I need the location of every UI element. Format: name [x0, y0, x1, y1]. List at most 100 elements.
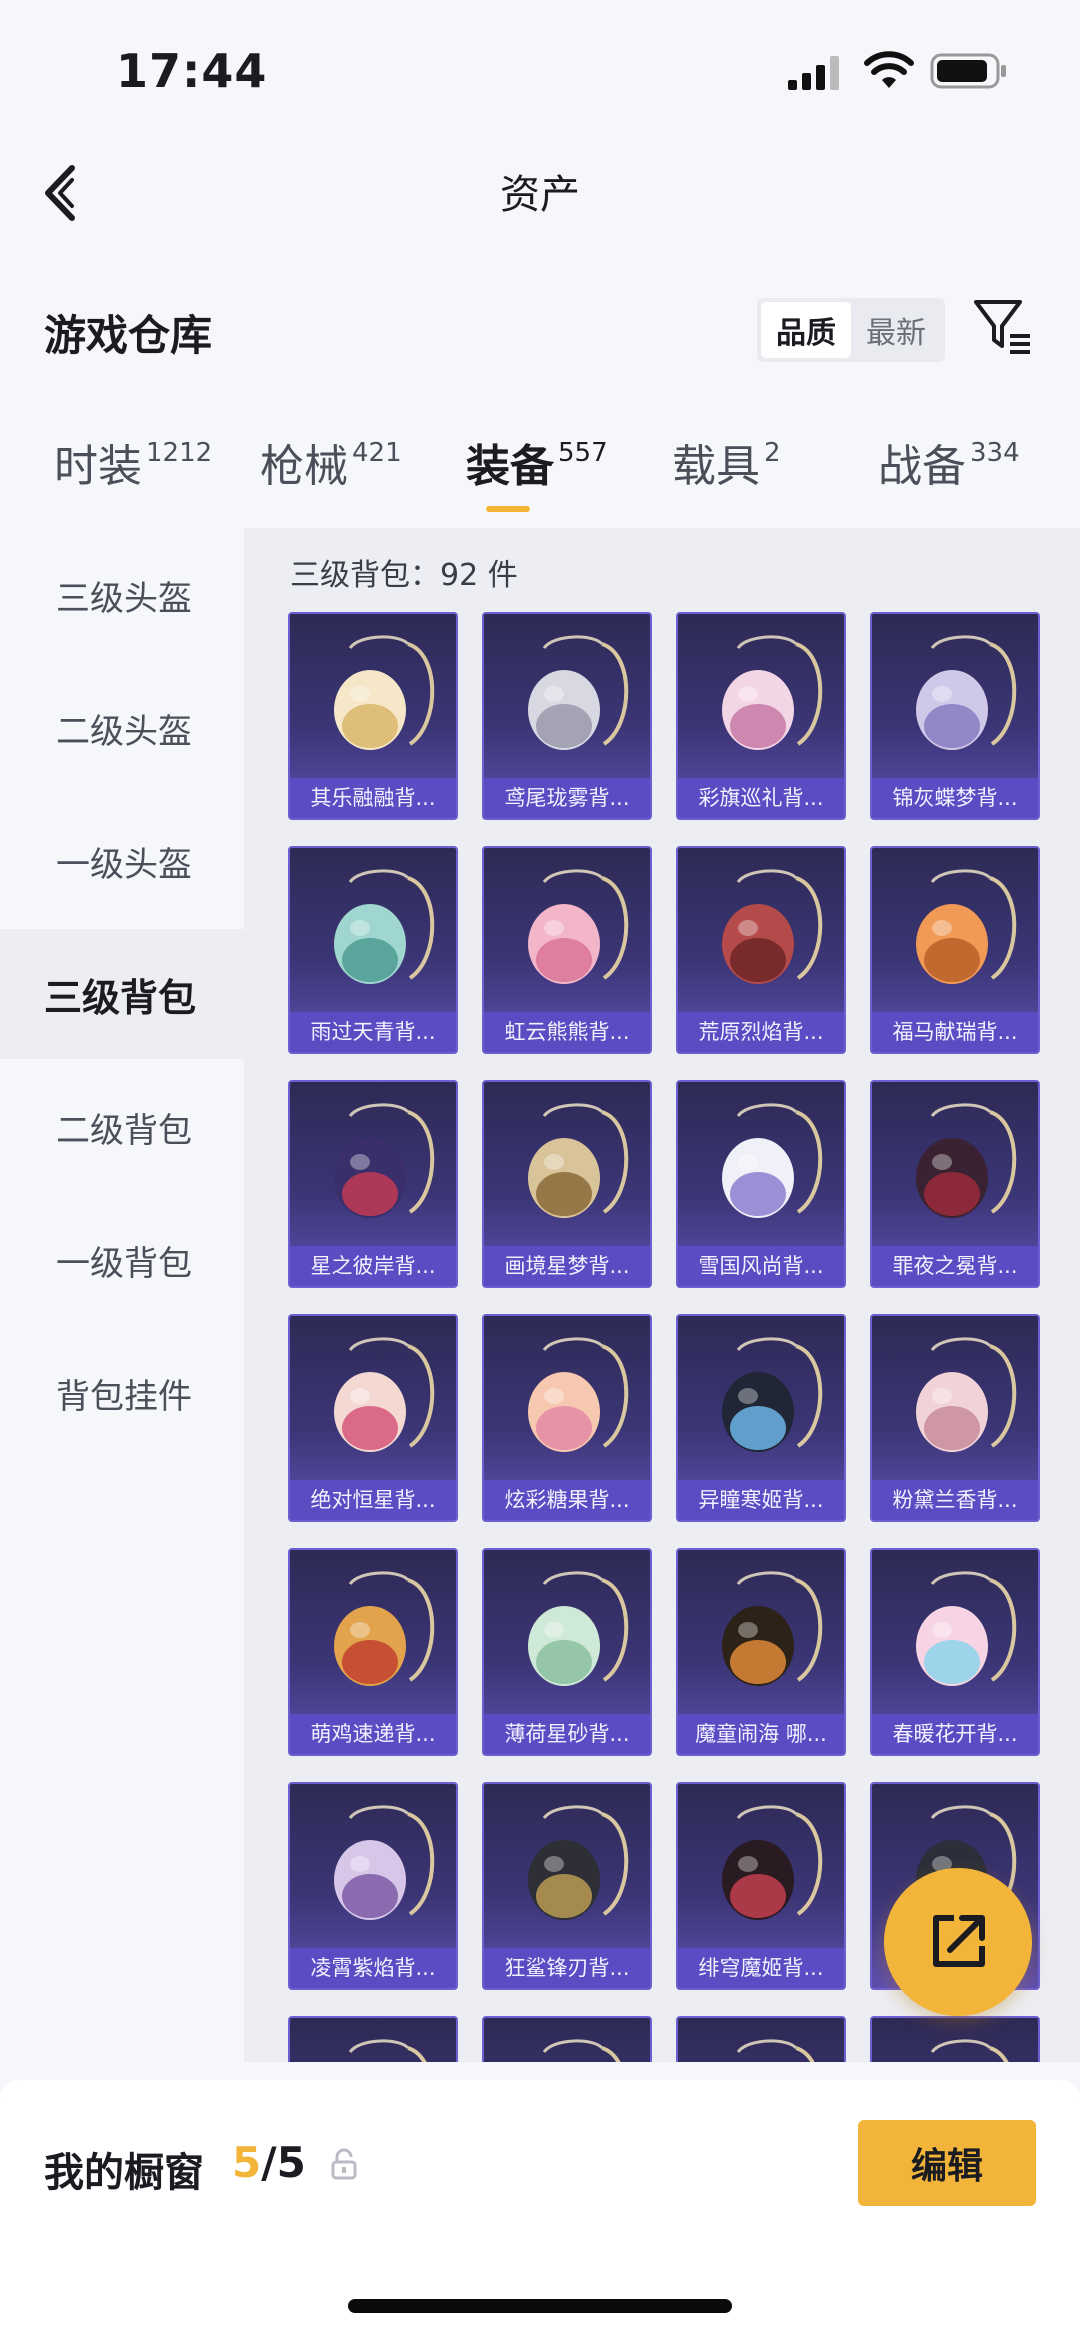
donut-backpack-icon	[528, 1337, 629, 1452]
mint-pouch-backpack-icon	[528, 1571, 629, 1686]
edit-button[interactable]: 编辑	[858, 2120, 1036, 2206]
item-name: 绝对恒星背...	[290, 1480, 456, 1520]
item-card[interactable]: 福马献瑞背...	[870, 846, 1040, 1054]
space-helmet-backpack-icon	[334, 1103, 435, 1218]
item-card[interactable]: 魔童闹海 哪...	[676, 1548, 846, 1756]
tab-count: 1212	[146, 438, 213, 468]
tab-equipment[interactable]: 装备 557	[466, 430, 608, 512]
item-name: 狂鲨锋刃背...	[484, 1948, 650, 1988]
sidebar-item-backpack-lv1[interactable]: 一级背包	[0, 1195, 244, 1325]
item-name: 凌霄紫焰背...	[290, 1948, 456, 1988]
sidebar-item-backpack-charm[interactable]: 背包挂件	[0, 1328, 244, 1458]
item-name: 罪夜之冕背...	[872, 1246, 1038, 1286]
warehouse-title: 游戏仓库	[44, 311, 213, 360]
sort-latest-option[interactable]: 最新	[851, 302, 941, 358]
item-name: 绯穹魔姬背...	[678, 1948, 844, 1988]
sidebar-item-helmet-lv2[interactable]: 二级头盔	[0, 663, 244, 793]
tab-count: 334	[970, 438, 1020, 468]
cat-backpack-icon	[722, 1337, 823, 1452]
bat-backpack-icon	[722, 1805, 823, 1920]
item-card[interactable]: 罪夜之冕背...	[870, 1080, 1040, 1288]
item-name: 星之彼岸背...	[290, 1246, 456, 1286]
item-count-heading: 三级背包：92 件	[290, 558, 518, 593]
tab-vehicles[interactable]: 载具 2	[672, 430, 781, 494]
chick-backpack-icon	[334, 635, 435, 750]
sidebar-item-helmet-lv3[interactable]: 三级头盔	[0, 530, 244, 660]
red-armor-backpack-icon	[722, 869, 823, 984]
item-card[interactable]: 彩旗巡礼背...	[676, 612, 846, 820]
orange-horse-backpack-icon	[916, 869, 1017, 984]
item-card[interactable]: 星之彼岸背...	[288, 1080, 458, 1288]
item-card[interactable]	[870, 2016, 1040, 2062]
item-card[interactable]: 粉黛兰香背...	[870, 1314, 1040, 1522]
item-card[interactable]	[676, 2016, 846, 2062]
item-card[interactable]: 炫彩糖果背...	[482, 1314, 652, 1522]
item-name: 粉黛兰香背...	[872, 1480, 1038, 1520]
item-card[interactable]: 绝对恒星背...	[288, 1314, 458, 1522]
item-name: 薄荷星砂背...	[484, 1714, 650, 1754]
item-content-panel: 三级背包：92 件 其乐融融背... 鸢尾珑雾背... 彩旗巡礼背... 锦灰蝶梦背.…	[244, 528, 1080, 2062]
item-card[interactable]: 雪国风尚背...	[676, 1080, 846, 1288]
cellular-signal-icon	[788, 56, 839, 90]
item-card[interactable]: 绯穹魔姬背...	[676, 1782, 846, 1990]
pink-bow-backpack-icon	[722, 635, 823, 750]
item-card[interactable]: 锦灰蝶梦背...	[870, 612, 1040, 820]
item-name: 炫彩糖果背...	[484, 1480, 650, 1520]
item-name: 雨过天青背...	[290, 1012, 456, 1052]
sidebar-item-backpack-lv3[interactable]: 三级背包	[0, 929, 244, 1059]
item-card[interactable]: 异瞳寒姬背...	[676, 1314, 846, 1522]
home-indicator	[348, 2299, 732, 2313]
teal-backpack-icon	[334, 869, 435, 984]
share-button[interactable]	[884, 1868, 1032, 2016]
item-card[interactable]	[482, 2016, 652, 2062]
item-name: 萌鸡速递背...	[290, 1714, 456, 1754]
item-card[interactable]: 其乐融融背...	[288, 612, 458, 820]
showcase-count: 5/5	[232, 2138, 306, 2187]
item-name: 异瞳寒姬背...	[678, 1480, 844, 1520]
item-name: 彩旗巡礼背...	[678, 778, 844, 818]
showcase-bar: 我的橱窗 5/5 编辑	[0, 2080, 1080, 2337]
tab-combat-supplies[interactable]: 战备 334	[878, 430, 1020, 494]
showcase-label: 我的橱窗	[44, 2150, 204, 2196]
purple-flame-backpack-icon	[334, 1805, 435, 1920]
pink-bear-backpack-icon	[528, 869, 629, 984]
popcorn-backpack-icon	[334, 1337, 435, 1452]
item-card[interactable]: 凌霄紫焰背...	[288, 1782, 458, 1990]
partial-backpack-icon	[542, 2039, 621, 2062]
sort-toggle: 品质 最新	[757, 298, 945, 362]
tab-count: 2	[764, 438, 781, 468]
item-card[interactable]	[288, 2016, 458, 2062]
sidebar-item-helmet-lv1[interactable]: 一级头盔	[0, 796, 244, 926]
tab-count: 421	[352, 438, 402, 468]
item-card[interactable]: 薄荷星砂背...	[482, 1548, 652, 1756]
item-card[interactable]: 虹云熊熊背...	[482, 846, 652, 1054]
item-name: 鸢尾珑雾背...	[484, 778, 650, 818]
item-card[interactable]: 萌鸡速递背...	[288, 1548, 458, 1756]
item-name: 锦灰蝶梦背...	[872, 778, 1038, 818]
status-bar: 17:44	[0, 0, 1080, 140]
item-card[interactable]: 春暖花开背...	[870, 1548, 1040, 1756]
partial-backpack-icon	[736, 2039, 815, 2062]
tab-label: 枪械	[260, 441, 348, 492]
battery-icon	[930, 53, 1006, 89]
flower-wings-backpack-icon	[916, 1571, 1017, 1686]
item-card[interactable]: 鸢尾珑雾背...	[482, 612, 652, 820]
item-card[interactable]: 荒原烈焰背...	[676, 846, 846, 1054]
tab-fashion[interactable]: 时装 1212	[54, 430, 212, 494]
chicken-backpack-icon	[334, 1571, 435, 1686]
butterfly-backpack-icon	[916, 635, 1017, 750]
showcase-current: 5	[232, 2138, 262, 2187]
tab-active-indicator	[486, 506, 530, 512]
item-card[interactable]: 画境星梦背...	[482, 1080, 652, 1288]
partial-backpack-icon	[930, 2039, 1009, 2062]
item-card[interactable]: 狂鲨锋刃背...	[482, 1782, 652, 1990]
filter-icon[interactable]	[972, 296, 1034, 358]
orb-backpack-icon	[722, 1571, 823, 1686]
sidebar-item-backpack-lv2[interactable]: 二级背包	[0, 1062, 244, 1192]
item-card[interactable]: 雨过天青背...	[288, 846, 458, 1054]
item-name: 春暖花开背...	[872, 1714, 1038, 1754]
frame-backpack-icon	[528, 1103, 629, 1218]
item-name: 其乐融融背...	[290, 778, 456, 818]
sort-quality-option[interactable]: 品质	[761, 302, 851, 358]
tab-weapons[interactable]: 枪械 421	[260, 430, 402, 494]
